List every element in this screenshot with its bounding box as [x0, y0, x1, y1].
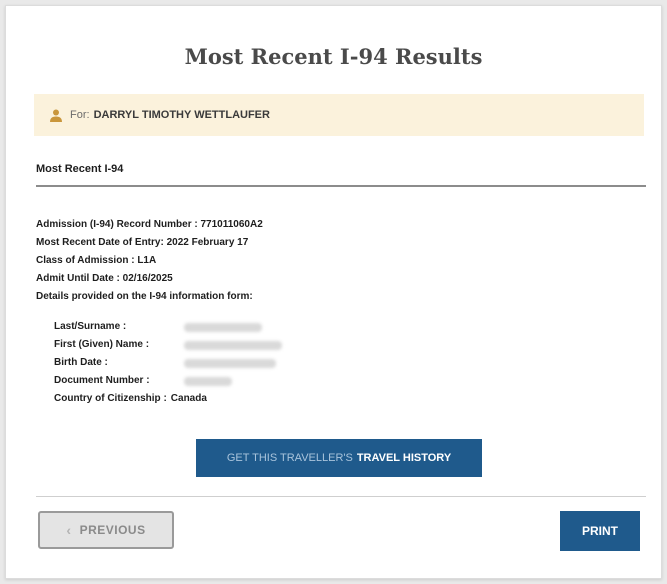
- user-icon: [50, 109, 62, 122]
- admit-until-date: Admit Until Date : 02/16/2025: [36, 273, 173, 284]
- record-details: Admission (I-94) Record Number : 7710110…: [36, 216, 263, 306]
- page-title: Most Recent I-94 Results: [184, 44, 483, 69]
- info-row-document-number: Document Number :: [54, 372, 282, 390]
- results-card: Most Recent I-94 Results For: DARRYL TIM…: [5, 5, 662, 579]
- birth-date-label: Birth Date :: [54, 357, 108, 368]
- previous-label: PREVIOUS: [79, 523, 146, 537]
- for-label: For:: [70, 109, 90, 121]
- chevron-left-icon: ‹: [66, 522, 72, 538]
- print-button[interactable]: PRINT: [560, 511, 640, 551]
- citizenship-label: Country of Citizenship :: [54, 393, 167, 404]
- info-row-citizenship: Country of Citizenship : Canada: [54, 390, 282, 408]
- record-number: Admission (I-94) Record Number : 7710110…: [36, 219, 263, 230]
- details-note: Details provided on the I-94 information…: [36, 291, 253, 302]
- entry-date: Most Recent Date of Entry: 2022 February…: [36, 237, 249, 248]
- travel-history-label-strong: TRAVEL HISTORY: [356, 452, 452, 464]
- section-title: Most Recent I-94: [36, 163, 646, 187]
- surname-redacted: [184, 322, 262, 332]
- traveler-alert: For: DARRYL TIMOTHY WETTLAUFER: [34, 94, 644, 136]
- travel-history-button[interactable]: GET THIS TRAVELLER'S TRAVEL HISTORY: [196, 439, 482, 477]
- info-row-birth-date: Birth Date :: [54, 354, 282, 372]
- info-form: Last/Surname : First (Given) Name : Birt…: [54, 318, 282, 408]
- info-row-surname: Last/Surname :: [54, 318, 282, 336]
- traveler-name: DARRYL TIMOTHY WETTLAUFER: [93, 109, 270, 121]
- surname-label: Last/Surname :: [54, 321, 127, 332]
- footer-divider: [36, 496, 646, 497]
- citizenship-value: Canada: [170, 393, 207, 404]
- info-row-given-name: First (Given) Name :: [54, 336, 282, 354]
- previous-button[interactable]: ‹ PREVIOUS: [38, 511, 174, 549]
- given-name-label: First (Given) Name :: [54, 339, 150, 350]
- document-number-label: Document Number :: [54, 375, 150, 386]
- class-of-admission: Class of Admission : L1A: [36, 255, 157, 266]
- travel-history-label-light: GET THIS TRAVELLER'S: [226, 452, 353, 464]
- document-number-redacted: [184, 376, 232, 386]
- given-name-redacted: [184, 340, 282, 350]
- birth-date-redacted: [184, 358, 276, 368]
